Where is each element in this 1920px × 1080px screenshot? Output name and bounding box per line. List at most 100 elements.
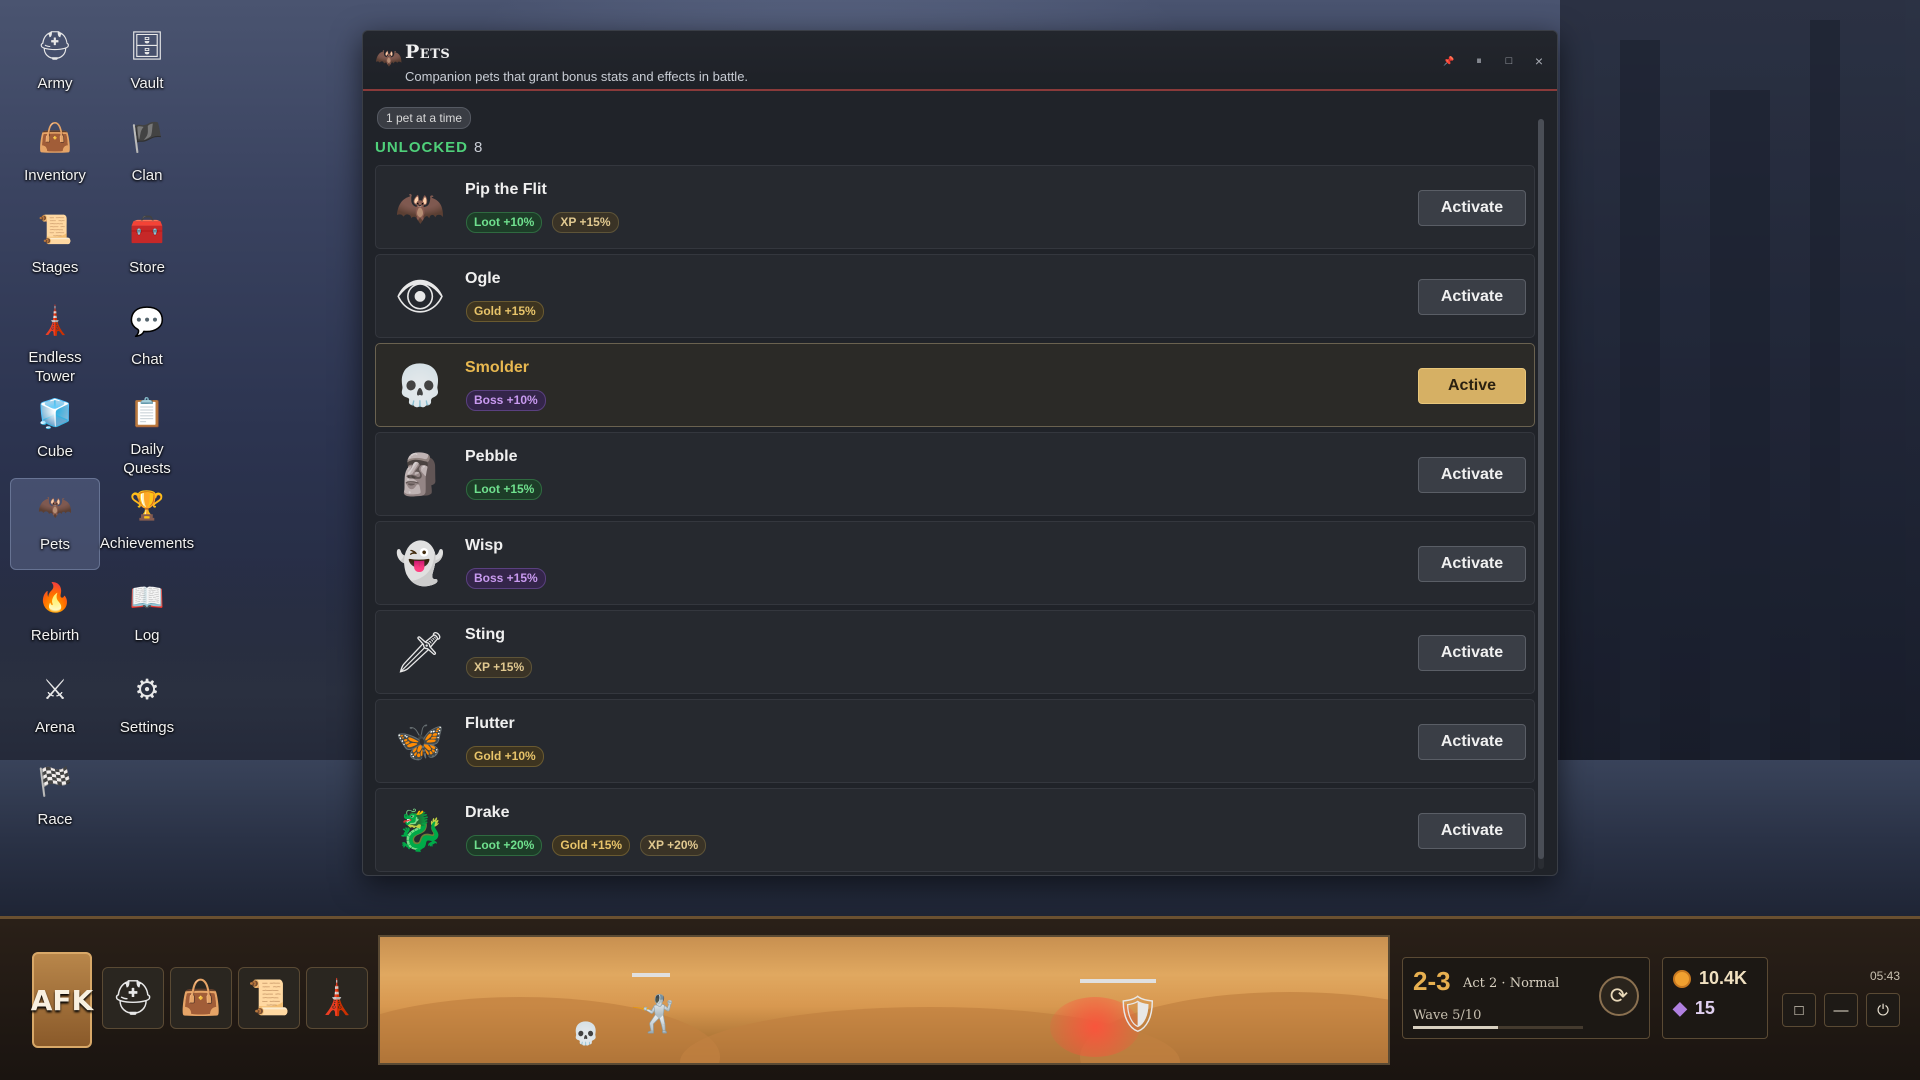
checkered-flag-icon: 🏁 [37, 766, 73, 797]
pet-bonus-tags: Boss +15% [466, 568, 546, 589]
wave-progress-fill [1413, 1026, 1498, 1029]
pet-bonus-tags: Loot +10% XP +15% [466, 212, 619, 233]
pet-name: Smolder [465, 359, 530, 376]
desktop-icon-clan[interactable]: 🏴 Clan [102, 110, 192, 202]
desktop-icon-label: Cube [37, 443, 73, 460]
minimize-all-button[interactable]: — [1824, 993, 1858, 1027]
desktop-icon-grid: ⛑ Army 🗄 Vault 👜 Inventory 🏴 Clan 📜 Stages 🧰 Store 🗼… [10, 18, 200, 846]
desktop-icon-label: Rebirth [30, 627, 80, 644]
desktop-icon-settings[interactable]: ⚙ Settings [102, 662, 192, 754]
desktop-icon-chat[interactable]: 💬 Chat [102, 294, 192, 386]
treasure-chest-icon: 🧰 [129, 214, 165, 245]
pets-window: 🦇 Pets Companion pets that grant bonus s… [362, 30, 1558, 876]
ghost-pet-icon: 👻 [395, 542, 445, 586]
split-view-icon[interactable]: ⏸ [1471, 53, 1487, 69]
active-pet-button[interactable]: Active [1418, 368, 1526, 404]
bonus-tag-boss: Boss +15% [466, 568, 546, 589]
desktop-icon-label: Arena [34, 719, 76, 736]
pet-name: Pebble [465, 448, 518, 465]
maximize-icon[interactable]: □ [1501, 53, 1517, 69]
desktop-icon-arena[interactable]: ⚔ Arena [10, 662, 100, 754]
activate-pet-button[interactable]: Activate [1418, 279, 1526, 315]
quick-launch-scroll-map-icon[interactable]: 📜 [238, 967, 300, 1029]
clan-banner-icon: 🏴 [129, 122, 165, 153]
activate-pet-button[interactable]: Activate [1418, 546, 1526, 582]
background-castle [1560, 0, 1920, 820]
pet-sprite: 💀 [572, 1021, 600, 1046]
desktop-icon-store[interactable]: 🧰 Store [102, 202, 192, 294]
pet-name: Sting [465, 626, 505, 643]
gear-icon: ⚙ [134, 674, 160, 705]
desktop-icon-label: Pets [39, 536, 70, 553]
pet-row: 🗿 Pebble Loot +15% Activate [375, 432, 1535, 516]
activate-pet-button[interactable]: Activate [1418, 457, 1526, 493]
refresh-icon[interactable]: ⟳ [1599, 976, 1639, 1016]
desktop-icon-label: Settings [119, 719, 175, 736]
vault-chest-icon: 🗄 [129, 30, 165, 61]
stage-panel: 2-3 Act 2 · Normal Wave 5/10 ⟳ [1402, 957, 1650, 1039]
window-subtitle: Companion pets that grant bonus stats an… [405, 69, 749, 84]
quick-launch-bag-icon[interactable]: 👜 [170, 967, 232, 1029]
close-icon[interactable]: × [1531, 53, 1547, 69]
pin-icon[interactable]: 📌 [1441, 53, 1457, 69]
stage-act: Act 2 · Normal [1463, 976, 1560, 991]
desktop-icon-inventory[interactable]: 👜 Inventory [10, 110, 100, 202]
tower-icon: 🗼 [37, 305, 73, 336]
activate-pet-button[interactable]: Activate [1418, 813, 1526, 849]
crossed-swords-icon: ⚔ [42, 674, 68, 705]
quick-launch-knight-helmet-icon[interactable]: ⛑ [102, 967, 164, 1029]
desktop-icon-label: Log [134, 627, 160, 644]
bonus-tag-loot: Loot +10% [466, 212, 543, 233]
bat-pet-icon: 🦇 [395, 186, 445, 230]
pet-row: 👁 Ogle Gold +15% Activate [375, 254, 1535, 338]
desktop-icon-stages[interactable]: 📜 Stages [10, 202, 100, 294]
scrollbar-thumb[interactable] [1538, 119, 1544, 859]
desktop-icon-endless-tower[interactable]: 🗼 Endless Tower [10, 294, 100, 386]
pet-bonus-tags: Gold +10% [466, 746, 544, 767]
butterfly-pet-icon: 🦋 [395, 720, 445, 764]
pet-row: 👻 Wisp Boss +15% Activate [375, 521, 1535, 605]
unlocked-heading: UNLOCKED 8 [375, 139, 1545, 156]
enemy-sprite: 🛡 [1115, 993, 1161, 1034]
phoenix-icon: 🔥 [37, 582, 73, 613]
sword-pet-icon: 🗡 [394, 631, 446, 675]
desktop-icon-label: Stages [31, 259, 79, 276]
desktop-icon-achievements[interactable]: 🏆 Achievements [99, 478, 195, 570]
hero-knight-sprite: 🤺 [630, 993, 675, 1034]
bag-icon: 👜 [37, 122, 73, 153]
dragon-pet-icon: 🐉 [395, 809, 445, 853]
quest-scroll-icon: 📋 [129, 397, 165, 428]
pet-name: Flutter [465, 715, 515, 732]
desktop-icon-label: Chat [131, 351, 163, 368]
power-button[interactable]: ⏻ [1866, 993, 1900, 1027]
desktop-icon-pets[interactable]: 🦇 Pets [10, 478, 100, 570]
window-toggle-button[interactable]: □ [1782, 993, 1816, 1027]
chat-bubbles-icon: 💬 [129, 306, 165, 337]
pet-name: Wisp [465, 537, 504, 554]
pet-name: Ogle [465, 270, 501, 287]
activate-pet-button[interactable]: Activate [1418, 190, 1526, 226]
desktop-icon-cube[interactable]: 🧊 Cube [10, 386, 100, 478]
taskbar: AFK ⛑ 👜 📜 🗼 🤺 💀 🛡 2-3 Act 2 · Normal Wave 5… [0, 916, 1920, 1080]
desktop-icon-race[interactable]: 🏁 Race [10, 754, 100, 846]
quick-launch-tower-icon[interactable]: 🗼 [306, 967, 368, 1029]
pet-row: 🦇 Pip the Flit Loot +10% XP +15% Activate [375, 165, 1535, 249]
knight-helmet-icon: ⛑ [37, 30, 73, 61]
desktop-icon-log[interactable]: 📖 Log [102, 570, 192, 662]
afk-button[interactable]: AFK [31, 952, 93, 1048]
pet-row: 🐉 Drake Loot +20% Gold +15% XP +20% Activate [375, 788, 1535, 872]
gold-amount: 10.4K [1699, 968, 1748, 988]
desktop-icon-army[interactable]: ⛑ Army [10, 18, 100, 110]
desktop-icon-vault[interactable]: 🗄 Vault [102, 18, 192, 110]
stage-number: 2-3 [1413, 966, 1451, 996]
desktop-icon-daily-quests[interactable]: 📋 Daily Quests [102, 386, 192, 478]
pet-row: 💀 Smolder Boss +10% Active [375, 343, 1535, 427]
bonus-tag-xp: XP +20% [640, 835, 707, 856]
desktop-icon-rebirth[interactable]: 🔥 Rebirth [10, 570, 100, 662]
pet-list-scrollbar[interactable] [1538, 119, 1544, 869]
bonus-tag-loot: Loot +20% [466, 835, 543, 856]
activate-pet-button[interactable]: Activate [1418, 635, 1526, 671]
window-titlebar[interactable]: 🦇 Pets Companion pets that grant bonus s… [363, 31, 1557, 91]
activate-pet-button[interactable]: Activate [1418, 724, 1526, 760]
desktop-icon-label: Achievements [99, 535, 195, 552]
